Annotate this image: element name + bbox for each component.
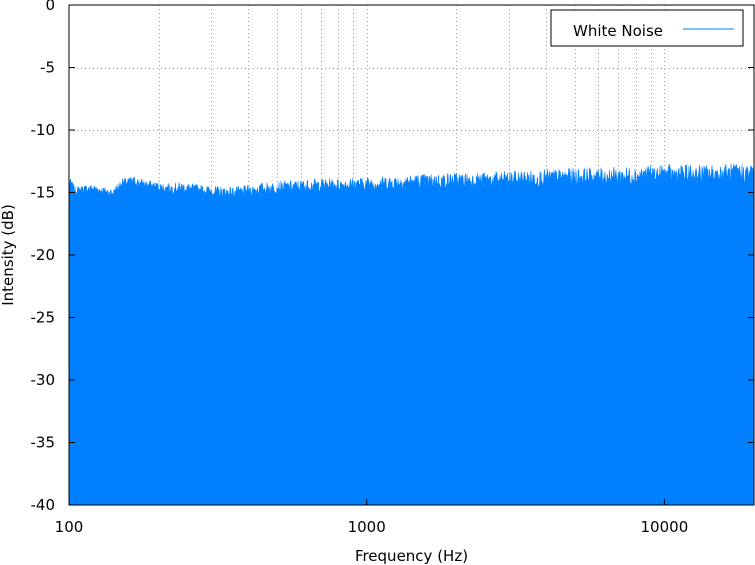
y-tick-label: -30 (31, 371, 56, 389)
y-tick-label: -20 (31, 246, 56, 264)
y-tick-label: -15 (31, 184, 56, 202)
y-tick-label: -10 (31, 121, 56, 139)
legend-label: White Noise (573, 22, 663, 40)
series-area (68, 163, 755, 506)
x-axis-label: Frequency (Hz) (355, 547, 468, 565)
y-tick-label: -40 (31, 496, 56, 514)
y-tick-label: -35 (31, 434, 56, 452)
x-tick-label: 1000 (348, 518, 386, 536)
legend: White Noise (550, 9, 744, 47)
y-tick-label: -5 (40, 59, 55, 77)
y-axis-label: Intensity (dB) (0, 204, 17, 306)
y-tick-label: 0 (45, 0, 55, 14)
series-area-white-noise (68, 163, 755, 506)
x-tick-label: 100 (55, 518, 84, 536)
y-tick-label: -25 (31, 309, 56, 327)
spectrum-chart: 0 -5 -10 -15 -20 -25 -30 -35 -40 100 1000 10000 Fre… (0, 0, 755, 565)
x-tick-label: 10000 (641, 518, 689, 536)
